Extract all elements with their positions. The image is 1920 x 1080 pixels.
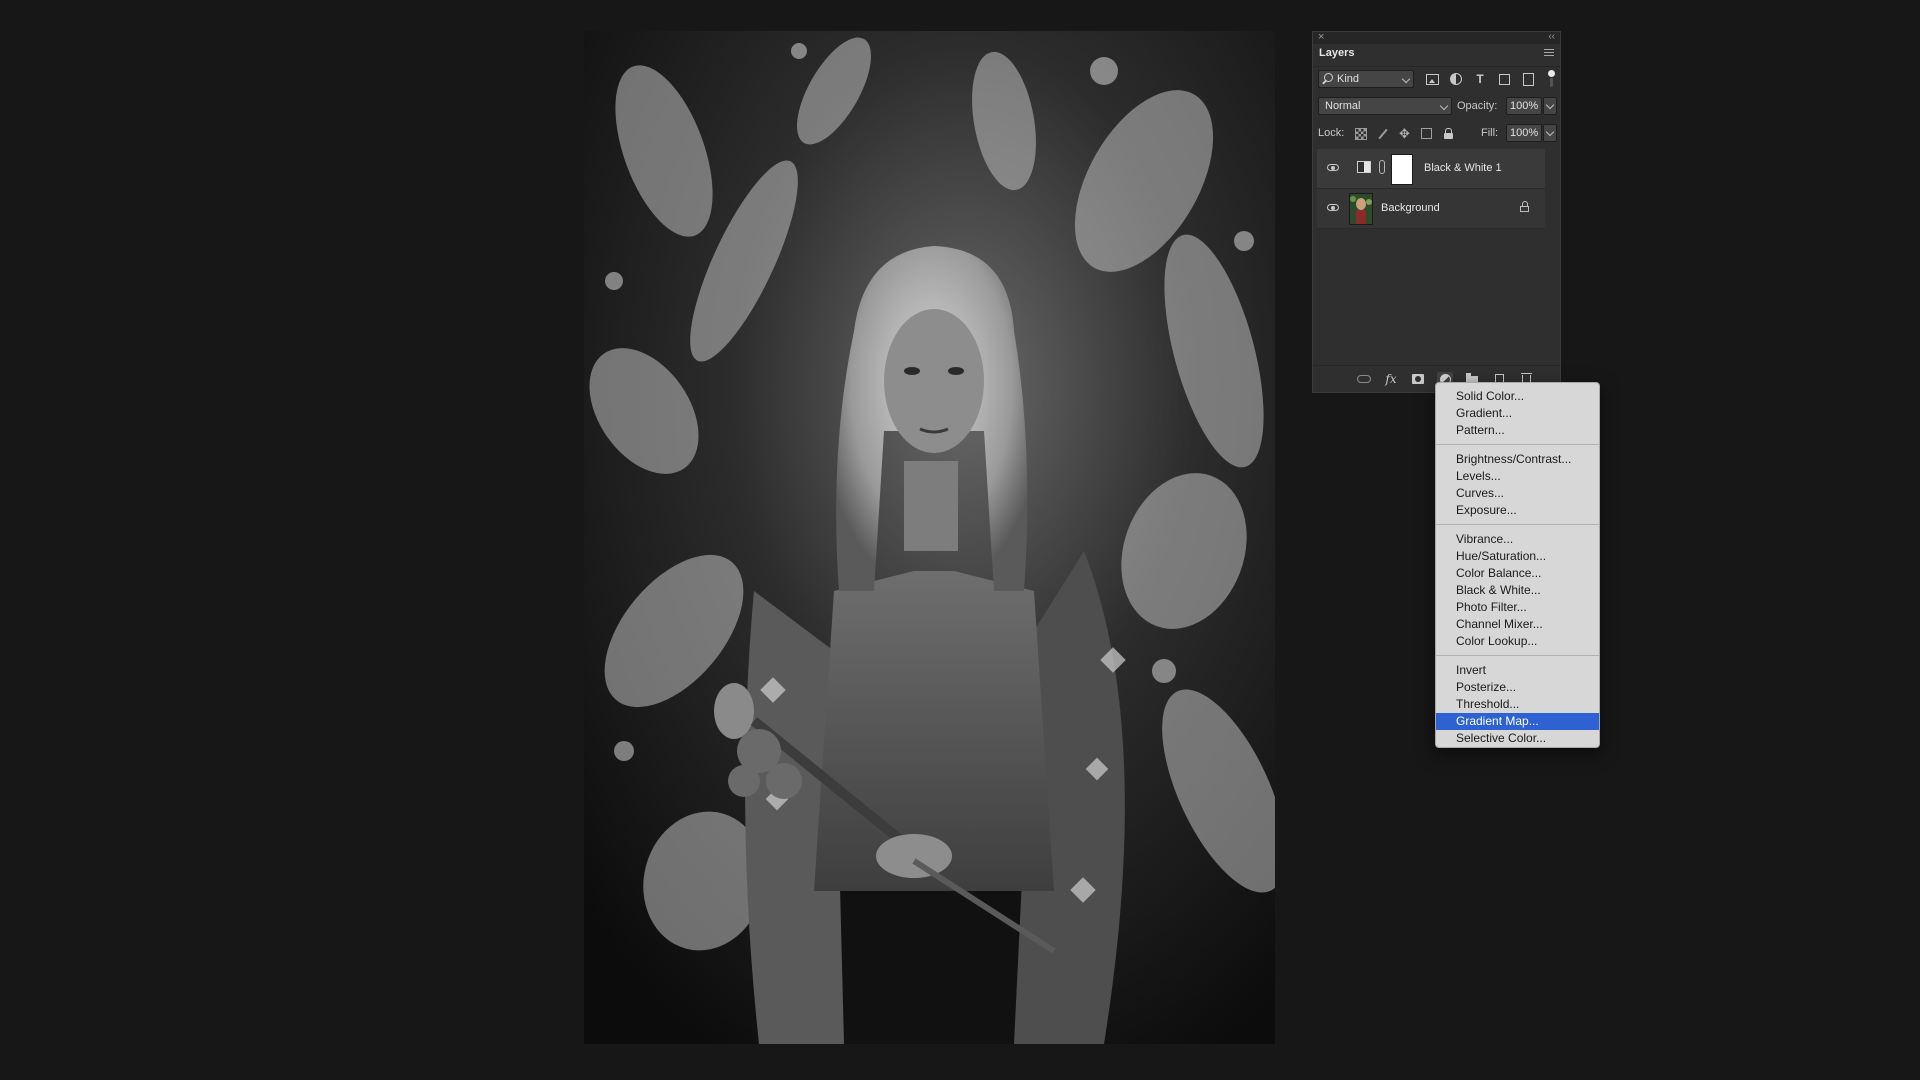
menu-item-hue-saturation[interactable]: Hue/Saturation... (1436, 548, 1599, 565)
add-mask-icon[interactable] (1410, 372, 1426, 386)
eye-icon[interactable] (1327, 164, 1339, 171)
menu-item-vibrance[interactable]: Vibrance... (1436, 531, 1599, 548)
lock-label: Lock: (1318, 127, 1345, 139)
filter-kind-label: Kind (1337, 73, 1360, 85)
eye-icon[interactable] (1327, 204, 1339, 211)
menu-item-gradient-map[interactable]: Gradient Map... (1436, 713, 1599, 730)
filter-toggle-switch[interactable] (1548, 70, 1555, 88)
black-white-adjustment-icon (1357, 161, 1371, 173)
menu-separator (1436, 524, 1599, 525)
lock-icons: ✥ (1353, 126, 1456, 141)
adjustment-layer-filter-icon[interactable] (1448, 71, 1464, 87)
search-icon (1324, 73, 1333, 82)
menu-item-exposure[interactable]: Exposure... (1436, 502, 1599, 519)
menu-item-selective-color[interactable]: Selective Color... (1436, 730, 1599, 747)
menu-item-brightness-contrast[interactable]: Brightness/Contrast... (1436, 451, 1599, 468)
close-icon[interactable]: × (1318, 30, 1324, 44)
adjustment-layer-menu: Solid Color... Gradient... Pattern... Br… (1435, 382, 1600, 748)
photoshop-workspace: × ‹‹ Layers Kind T Normal Opacity: 100% … (0, 0, 1920, 1080)
panel-menu-icon[interactable] (1544, 49, 1554, 58)
menu-item-color-balance[interactable]: Color Balance... (1436, 565, 1599, 582)
lock-image-pixels-icon[interactable] (1375, 126, 1390, 141)
thumbnail-image (1350, 194, 1372, 224)
menu-item-black-white[interactable]: Black & White... (1436, 582, 1599, 599)
opacity-slider-dropdown[interactable] (1543, 97, 1557, 115)
fill-slider-dropdown[interactable] (1543, 124, 1557, 142)
lock-all-icon[interactable] (1441, 126, 1456, 141)
filter-icons: T (1424, 71, 1536, 87)
layer-name[interactable]: Background (1381, 202, 1440, 214)
blend-mode-select[interactable]: Normal (1318, 97, 1452, 115)
fill-field[interactable]: 100% (1506, 124, 1542, 142)
menu-item-gradient[interactable]: Gradient... (1436, 405, 1599, 422)
lock-icon (1520, 201, 1529, 212)
document-canvas[interactable] (584, 31, 1275, 1044)
panel-title-bar: × ‹‹ (1313, 30, 1560, 44)
pixel-layer-filter-icon[interactable] (1424, 71, 1440, 87)
panel-tab-bar: Layers (1313, 44, 1560, 67)
mask-link-icon[interactable] (1379, 160, 1385, 174)
portrait-photo (584, 31, 1275, 1044)
menu-separator (1436, 655, 1599, 656)
menu-item-pattern[interactable]: Pattern... (1436, 422, 1599, 439)
menu-item-curves[interactable]: Curves... (1436, 485, 1599, 502)
menu-item-invert[interactable]: Invert (1436, 662, 1599, 679)
opacity-label: Opacity: (1457, 100, 1498, 112)
shape-layer-filter-icon[interactable] (1496, 71, 1512, 87)
layer-row[interactable]: Background (1317, 189, 1545, 229)
chevron-down-icon (1401, 74, 1411, 84)
layer-row[interactable]: Black & White 1 (1317, 149, 1545, 189)
fill-label: Fill: (1481, 127, 1499, 139)
opacity-field[interactable]: 100% (1506, 97, 1542, 115)
blend-mode-value: Normal (1325, 100, 1361, 112)
smart-object-filter-icon[interactable] (1520, 71, 1536, 87)
menu-item-levels[interactable]: Levels... (1436, 468, 1599, 485)
lock-fill-row: Lock: ✥ Fill: 100% (1313, 121, 1560, 147)
layer-mask-thumbnail[interactable] (1391, 154, 1413, 185)
menu-item-color-lookup[interactable]: Color Lookup... (1436, 633, 1599, 650)
lock-position-icon[interactable]: ✥ (1397, 126, 1412, 141)
menu-item-posterize[interactable]: Posterize... (1436, 679, 1599, 696)
link-layers-icon[interactable] (1356, 372, 1372, 386)
fx-icon[interactable]: fx (1383, 372, 1399, 386)
filter-kind-select[interactable]: Kind (1318, 70, 1414, 88)
menu-separator (1436, 444, 1599, 445)
chevron-down-icon (1439, 101, 1449, 111)
chevron-down-icon (1545, 127, 1555, 137)
menu-item-threshold[interactable]: Threshold... (1436, 696, 1599, 713)
type-layer-filter-icon[interactable]: T (1472, 71, 1488, 87)
layer-filter-row: Kind T (1313, 67, 1560, 93)
layer-thumbnail[interactable] (1349, 193, 1373, 225)
menu-item-solid-color[interactable]: Solid Color... (1436, 388, 1599, 405)
collapse-panel-icon[interactable]: ‹‹ (1548, 30, 1555, 44)
menu-item-photo-filter[interactable]: Photo Filter... (1436, 599, 1599, 616)
chevron-down-icon (1545, 100, 1555, 110)
menu-item-channel-mixer[interactable]: Channel Mixer... (1436, 616, 1599, 633)
lock-artboard-icon[interactable] (1419, 126, 1434, 141)
lock-transparent-pixels-icon[interactable] (1353, 126, 1368, 141)
layer-name[interactable]: Black & White 1 (1424, 162, 1502, 174)
layer-list: Black & White 1 Background (1313, 149, 1545, 229)
layers-panel: × ‹‹ Layers Kind T Normal Opacity: 100% … (1312, 31, 1561, 393)
tab-layers[interactable]: Layers (1319, 47, 1354, 59)
blend-opacity-row: Normal Opacity: 100% (1313, 94, 1560, 120)
